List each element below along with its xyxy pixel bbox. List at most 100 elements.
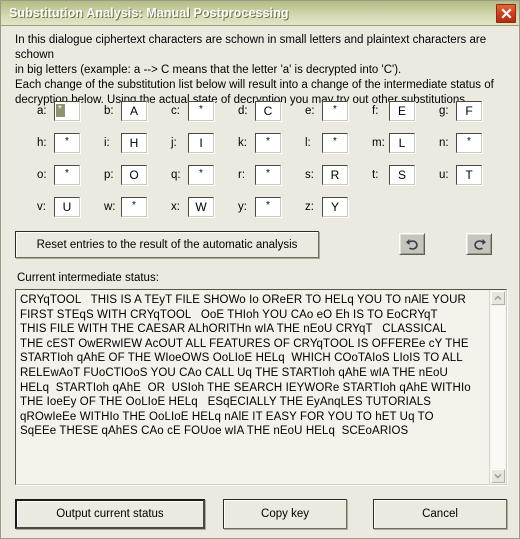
plaintext-value-p: O bbox=[129, 168, 139, 182]
redo-icon bbox=[472, 238, 487, 251]
plaintext-value-d: C bbox=[263, 104, 273, 118]
substitution-cell-k: k: * bbox=[238, 133, 281, 153]
cipher-letter-label-r: r: bbox=[238, 169, 246, 181]
plaintext-value-o: * bbox=[65, 168, 69, 179]
substitution-cell-t: t: S bbox=[372, 165, 415, 185]
substitution-cell-a: a: * bbox=[37, 101, 80, 121]
close-icon bbox=[500, 8, 512, 19]
plaintext-input-n[interactable]: * bbox=[456, 133, 482, 153]
substitution-cell-v: v: U bbox=[37, 197, 80, 217]
substitution-cell-q: q: * bbox=[171, 165, 214, 185]
plaintext-input-j[interactable]: I bbox=[188, 133, 214, 153]
cipher-letter-label-m: m: bbox=[372, 137, 385, 149]
cipher-letter-label-s: s: bbox=[305, 169, 314, 181]
plaintext-value-t: S bbox=[397, 168, 406, 182]
plaintext-input-o[interactable]: * bbox=[54, 165, 80, 185]
description-line-2: in big letters (example: a --> C means t… bbox=[15, 64, 402, 76]
footer-buttons: Output current status Copy key Cancel bbox=[1, 499, 519, 533]
substitution-cell-r: r: * bbox=[238, 165, 281, 185]
plaintext-value-s: R bbox=[330, 168, 340, 182]
substitution-cell-i: i: H bbox=[104, 133, 147, 153]
reset-row: Reset entries to the result of the autom… bbox=[1, 231, 519, 259]
copy-key-label: Copy key bbox=[261, 508, 309, 520]
copy-key-button[interactable]: Copy key bbox=[223, 499, 347, 529]
plaintext-input-d[interactable]: C bbox=[255, 101, 281, 121]
plaintext-value-j: I bbox=[199, 136, 203, 150]
plaintext-value-e: * bbox=[333, 104, 337, 115]
substitution-cell-h: h: * bbox=[37, 133, 80, 153]
plaintext-input-i[interactable]: H bbox=[121, 133, 147, 153]
substitution-cell-y: y: * bbox=[238, 197, 281, 217]
cipher-letter-label-i: i: bbox=[104, 137, 110, 149]
plaintext-input-e[interactable]: * bbox=[322, 101, 348, 121]
substitution-cell-x: x: W bbox=[171, 197, 214, 217]
plaintext-value-u: T bbox=[465, 168, 473, 182]
plaintext-input-z[interactable]: Y bbox=[322, 197, 348, 217]
plaintext-input-q[interactable]: * bbox=[188, 165, 214, 185]
scroll-down-button[interactable] bbox=[491, 469, 505, 483]
reset-entries-button[interactable]: Reset entries to the result of the autom… bbox=[15, 231, 319, 258]
cipher-letter-label-l: l: bbox=[305, 137, 311, 149]
plaintext-value-r: * bbox=[266, 168, 270, 179]
intermediate-status-text[interactable]: CRYqTOOL THIS IS A TEyT FILE SHOWo Io OR… bbox=[16, 290, 489, 484]
undo-button[interactable] bbox=[399, 233, 425, 255]
plaintext-input-r[interactable]: * bbox=[255, 165, 281, 185]
output-current-status-button[interactable]: Output current status bbox=[15, 499, 205, 529]
cipher-letter-label-f: f: bbox=[372, 105, 379, 117]
description-text: In this dialogue ciphertext characters a… bbox=[15, 33, 511, 108]
plaintext-input-s[interactable]: R bbox=[322, 165, 348, 185]
plaintext-input-u[interactable]: T bbox=[456, 165, 482, 185]
scroll-up-button[interactable] bbox=[491, 291, 505, 305]
plaintext-input-x[interactable]: W bbox=[188, 197, 214, 217]
plaintext-input-b[interactable]: A bbox=[121, 101, 147, 121]
plaintext-input-t[interactable]: S bbox=[389, 165, 415, 185]
title-bar: Substitution Analysis: Manual Postproces… bbox=[1, 1, 519, 26]
redo-button[interactable] bbox=[466, 233, 492, 255]
plaintext-input-w[interactable]: * bbox=[121, 197, 147, 217]
close-button[interactable] bbox=[496, 4, 516, 23]
cipher-letter-label-y: y: bbox=[238, 201, 247, 213]
plaintext-value-w: * bbox=[132, 200, 136, 211]
cipher-letter-label-g: g: bbox=[439, 105, 449, 117]
scroll-track[interactable] bbox=[491, 306, 505, 468]
substitution-row: h: * i: Hj: Ik: * l: * m: Ln: * bbox=[1, 133, 519, 165]
plaintext-input-k[interactable]: * bbox=[255, 133, 281, 153]
cancel-button[interactable]: Cancel bbox=[373, 499, 507, 529]
plaintext-input-y[interactable]: * bbox=[255, 197, 281, 217]
substitution-cell-b: b: A bbox=[104, 101, 147, 121]
plaintext-input-g[interactable]: F bbox=[456, 101, 482, 121]
plaintext-input-c[interactable]: * bbox=[188, 101, 214, 121]
plaintext-value-f: E bbox=[397, 104, 406, 118]
substitution-cell-l: l: * bbox=[305, 133, 348, 153]
intermediate-status-panel: CRYqTOOL THIS IS A TEyT FILE SHOWo Io OR… bbox=[15, 289, 507, 485]
plaintext-value-k: * bbox=[266, 136, 270, 147]
plaintext-value-x: W bbox=[195, 200, 207, 214]
substitution-row: v: Uw: * x: Wy: * z: Y bbox=[1, 197, 519, 229]
plaintext-value-h: * bbox=[65, 136, 69, 147]
cipher-letter-label-n: n: bbox=[439, 137, 449, 149]
plaintext-input-h[interactable]: * bbox=[54, 133, 80, 153]
substitution-cell-e: e: * bbox=[305, 101, 348, 121]
status-scrollbar[interactable] bbox=[489, 290, 506, 484]
substitution-cell-o: o: * bbox=[37, 165, 80, 185]
cipher-letter-label-u: u: bbox=[439, 169, 449, 181]
plaintext-input-p[interactable]: O bbox=[121, 165, 147, 185]
substitution-cell-d: d: C bbox=[238, 101, 281, 121]
cipher-letter-label-x: x: bbox=[171, 201, 180, 213]
cipher-letter-label-z: z: bbox=[305, 201, 314, 213]
cipher-letter-label-t: t: bbox=[372, 169, 379, 181]
plaintext-input-a[interactable]: * bbox=[54, 101, 80, 121]
plaintext-input-m[interactable]: L bbox=[389, 133, 415, 153]
plaintext-value-l: * bbox=[333, 136, 337, 147]
plaintext-value-z: Y bbox=[330, 200, 339, 214]
plaintext-input-l[interactable]: * bbox=[322, 133, 348, 153]
plaintext-input-v[interactable]: U bbox=[54, 197, 80, 217]
plaintext-input-f[interactable]: E bbox=[389, 101, 415, 121]
substitution-cell-n: n: * bbox=[439, 133, 482, 153]
cipher-letter-label-e: e: bbox=[305, 105, 315, 117]
substitution-cell-z: z: Y bbox=[305, 197, 348, 217]
substitution-cell-c: c: * bbox=[171, 101, 214, 121]
plaintext-value-y: * bbox=[266, 200, 270, 211]
plaintext-value-g: F bbox=[465, 104, 473, 118]
plaintext-value-n: * bbox=[467, 136, 471, 147]
